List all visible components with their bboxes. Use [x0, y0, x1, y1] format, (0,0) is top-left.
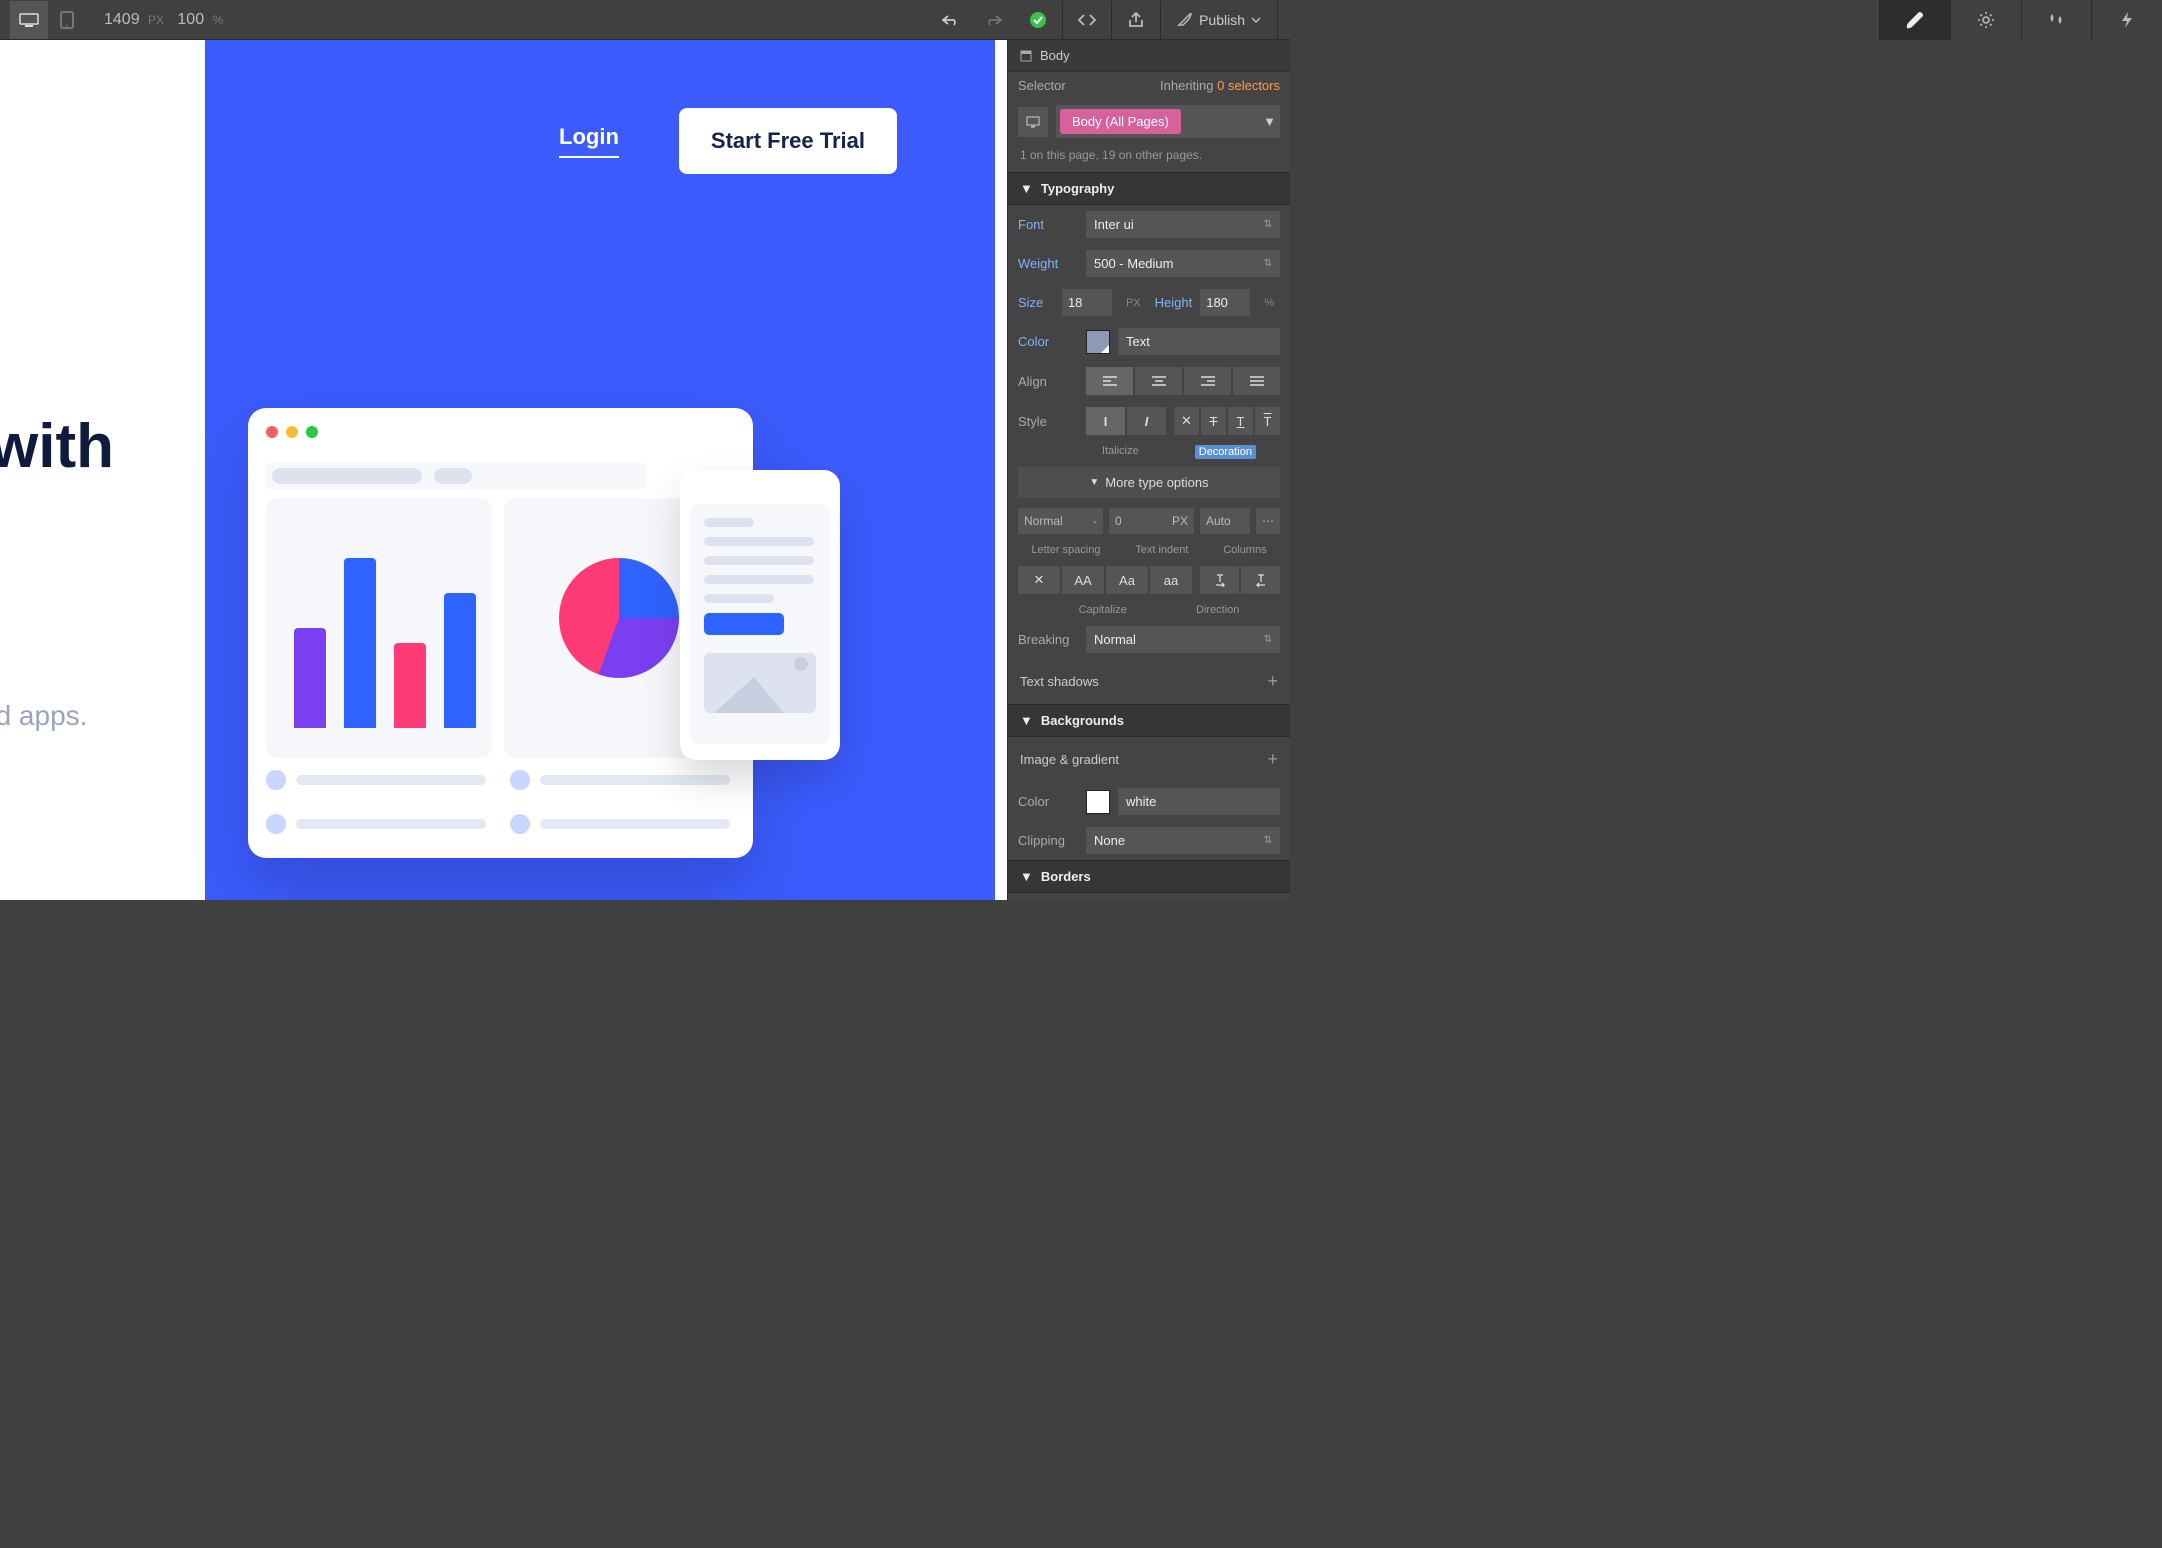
weight-select[interactable]: 500 - Medium ⇅ — [1086, 250, 1280, 277]
direction-rtl-button[interactable] — [1241, 566, 1280, 594]
lowercase-button[interactable]: aa — [1150, 566, 1192, 594]
more-type-options-toggle[interactable]: ▼ More type options — [1018, 467, 1280, 498]
overline-button[interactable]: T — [1255, 407, 1280, 435]
font-select[interactable]: Inter ui ⇅ — [1086, 211, 1280, 238]
columns-input[interactable]: Auto — [1200, 508, 1250, 534]
weight-label: Weight — [1018, 256, 1078, 271]
select-caret-icon: ⇅ — [1264, 258, 1272, 269]
style-label: Style — [1018, 414, 1078, 429]
typography-section[interactable]: ▼ Typography — [1008, 172, 1290, 205]
design-canvas[interactable]: Login Start Free Trial with nd apps. — [0, 40, 1007, 900]
bg-color-label: Color — [1018, 794, 1078, 809]
select-caret-icon: ⇅ — [1264, 219, 1272, 230]
effects-tab[interactable] — [2091, 0, 2162, 40]
color-label: Color — [1018, 334, 1078, 349]
text-shadows-label: Text shadows — [1020, 674, 1099, 689]
top-toolbar: 1409 PX 100 % Publish — [0, 0, 1290, 40]
dashboard-illustration — [248, 408, 753, 858]
breaking-select[interactable]: Normal ⇅ — [1086, 626, 1280, 653]
align-left-button[interactable] — [1086, 367, 1133, 395]
lineheight-input[interactable] — [1200, 289, 1250, 316]
lineheight-label: Height — [1155, 295, 1193, 310]
canvas-dimensions: 1409 PX 100 % — [104, 11, 223, 29]
align-justify-button[interactable] — [1233, 367, 1280, 395]
decoration-none-button[interactable]: ✕ — [1174, 407, 1199, 435]
publish-button[interactable]: Publish — [1163, 12, 1275, 28]
interactions-tab[interactable] — [2021, 0, 2092, 40]
capitalize-none-button[interactable]: ✕ — [1018, 566, 1060, 594]
pie-chart-icon — [559, 558, 679, 678]
screen-icon — [1026, 115, 1040, 129]
add-shadow-button[interactable]: + — [1267, 671, 1278, 692]
status-ok-icon[interactable] — [1016, 1, 1060, 39]
redo-button[interactable] — [972, 1, 1016, 39]
window-dots — [266, 426, 318, 438]
size-label: Size — [1018, 295, 1054, 310]
size-input[interactable] — [1062, 289, 1112, 316]
page-body[interactable]: Login Start Free Trial with nd apps. — [0, 40, 1007, 900]
device-tablet-button[interactable] — [48, 1, 86, 39]
bg-color-input[interactable]: white — [1118, 788, 1280, 815]
uppercase-button[interactable]: AA — [1062, 566, 1104, 594]
color-swatch[interactable] — [1086, 330, 1110, 354]
align-right-button[interactable] — [1184, 367, 1231, 395]
device-desktop-button[interactable] — [10, 1, 48, 39]
bg-image-label: Image & gradient — [1020, 752, 1119, 767]
selector-dropdown[interactable]: Body (All Pages) ▼ — [1056, 105, 1280, 138]
decoration-sublabel: Decoration — [1195, 445, 1256, 459]
panel-tabs — [1879, 0, 2162, 40]
color-input[interactable]: Text — [1118, 328, 1280, 355]
login-link[interactable]: Login — [559, 124, 619, 158]
breaking-label: Breaking — [1018, 632, 1078, 647]
direction-ltr-button[interactable] — [1200, 566, 1239, 594]
bolt-icon — [2120, 11, 2134, 29]
selector-label: Selector — [1018, 78, 1066, 93]
titlecase-button[interactable]: Aa — [1106, 566, 1148, 594]
clipping-select[interactable]: None⇅ — [1086, 827, 1280, 854]
selector-type-button[interactable] — [1018, 107, 1048, 137]
phone-illustration — [680, 470, 840, 760]
backgrounds-section[interactable]: ▼Backgrounds — [1008, 704, 1290, 737]
hero-headline: with — [0, 410, 114, 484]
style-tab[interactable] — [1879, 0, 1950, 40]
body-icon — [1020, 50, 1032, 62]
font-label: Font — [1018, 217, 1078, 232]
inheriting-link[interactable]: 0 selectors — [1217, 78, 1280, 93]
textindent-input[interactable]: 0PX — [1109, 508, 1194, 534]
borders-section[interactable]: ▼Borders — [1008, 860, 1290, 893]
align-label: Align — [1018, 374, 1078, 389]
drops-icon — [2047, 13, 2065, 27]
columns-more-button[interactable]: ⋯ — [1256, 508, 1280, 534]
canvas-width[interactable]: 1409 — [104, 11, 140, 28]
align-center-button[interactable] — [1135, 367, 1182, 395]
start-trial-button[interactable]: Start Free Trial — [679, 108, 897, 174]
code-button[interactable] — [1065, 1, 1109, 39]
export-button[interactable] — [1114, 1, 1158, 39]
add-bg-image-button[interactable]: + — [1267, 749, 1278, 770]
canvas-zoom[interactable]: 100 — [177, 11, 204, 28]
selector-count-note: 1 on this page, 19 on other pages. — [1008, 144, 1290, 172]
gear-icon — [1977, 11, 1995, 29]
chevron-down-icon — [1251, 17, 1261, 23]
clipping-label: Clipping — [1018, 833, 1078, 848]
settings-tab[interactable] — [1950, 0, 2021, 40]
underline-button[interactable]: T — [1228, 407, 1253, 435]
strikethrough-button[interactable]: T — [1201, 407, 1226, 435]
letterspacing-input[interactable]: Normal- — [1018, 508, 1103, 534]
site-nav: Login Start Free Trial — [0, 108, 1007, 174]
style-panel: Body Selector Inheriting 0 selectors Bod… — [1007, 40, 1290, 900]
hero-subhead: nd apps. — [0, 700, 87, 732]
brush-icon — [1905, 10, 1925, 30]
italic-off-button[interactable]: I — [1086, 407, 1125, 435]
chevron-down-icon: ▼ — [1020, 181, 1033, 196]
bg-color-swatch[interactable] — [1086, 790, 1110, 814]
italic-on-button[interactable]: I — [1127, 407, 1166, 435]
rocket-icon — [1177, 13, 1193, 27]
italicize-sublabel: Italicize — [1102, 445, 1139, 459]
chevron-down-icon: ▼ — [1263, 114, 1276, 129]
undo-button[interactable] — [928, 1, 972, 39]
breadcrumb[interactable]: Body — [1008, 40, 1290, 72]
